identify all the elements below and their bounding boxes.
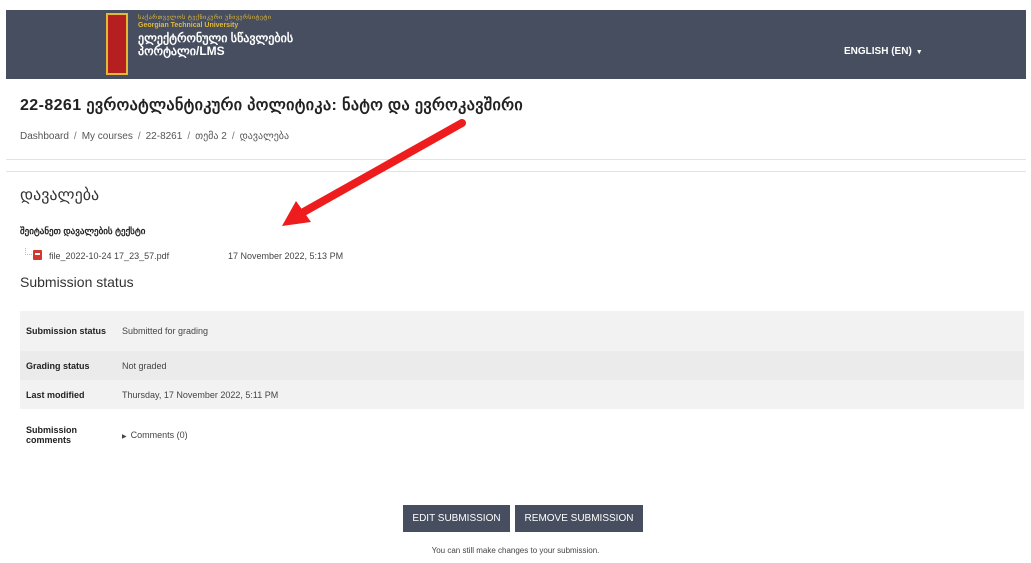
arrow-shaft bbox=[296, 119, 466, 218]
red-arrow-annotation bbox=[282, 119, 466, 226]
